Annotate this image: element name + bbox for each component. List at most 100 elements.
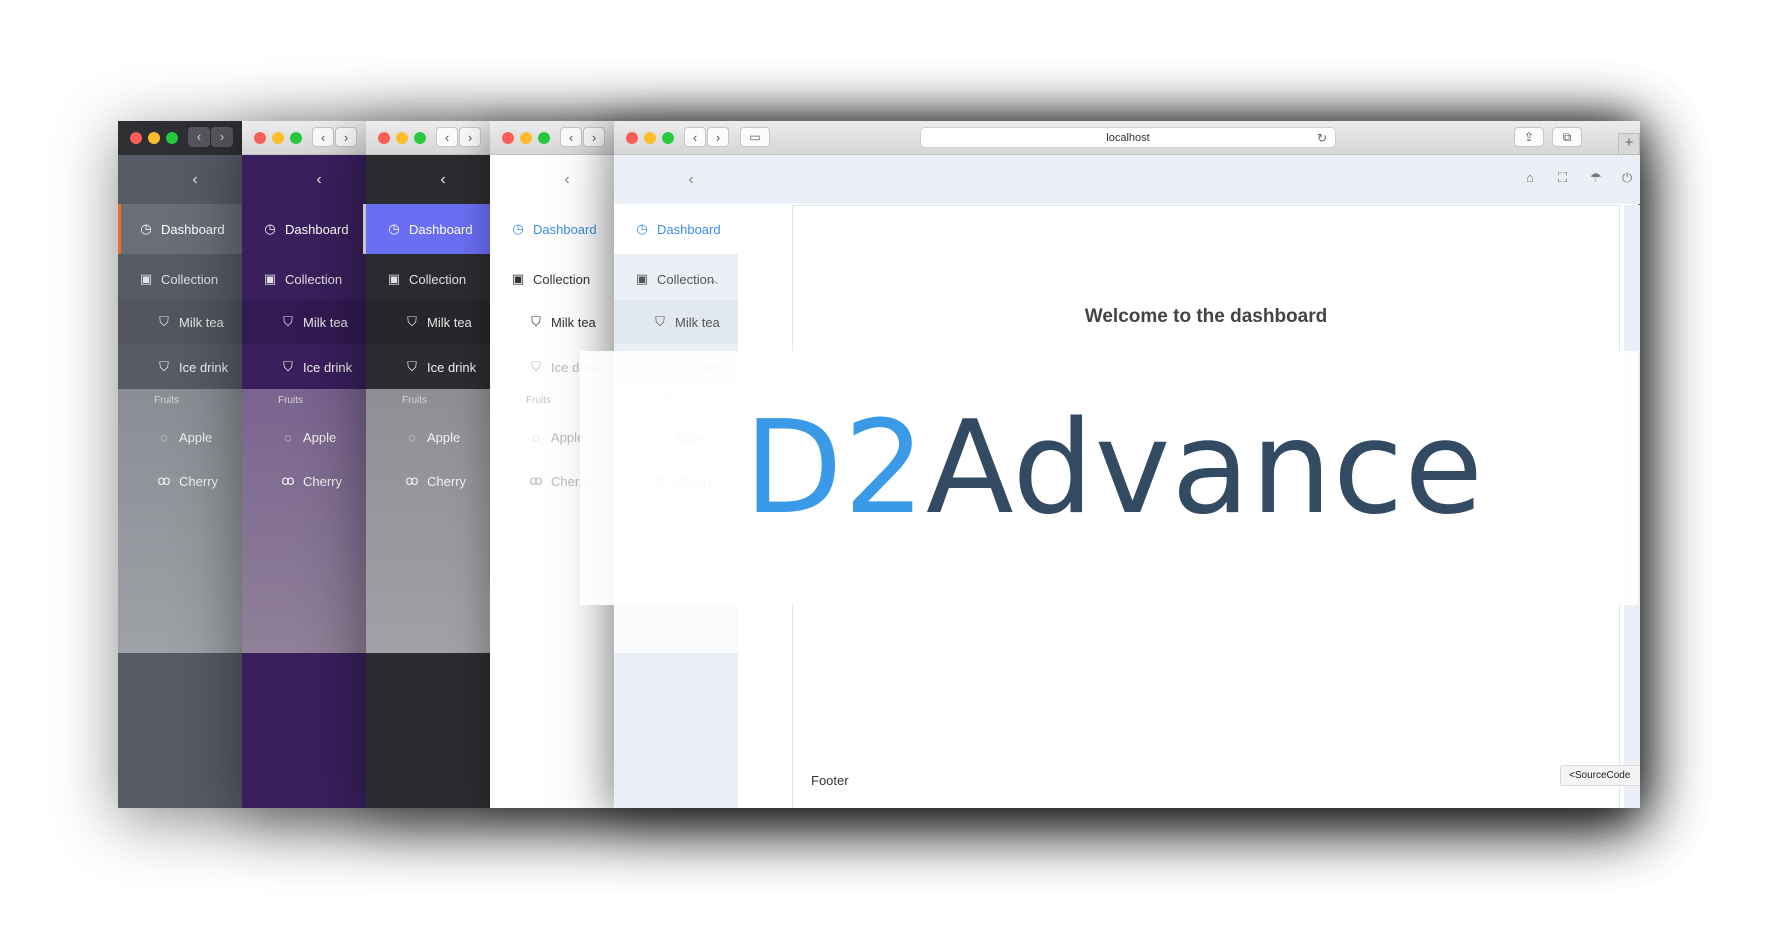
logo-d2: D2 (744, 394, 926, 543)
screenshot-stage: ‹ › ‹ ◷ Dashboard ▣ Collection ⛉ Milk tea ⛉… (0, 0, 1775, 938)
menu-label: Cherry (179, 473, 219, 489)
menu-label: Milk tea (179, 314, 224, 330)
menu-item-collection[interactable]: ▣ Collection (490, 254, 614, 304)
menu-item-dashboard[interactable]: ◷ Dashboard (366, 204, 490, 254)
maximize-window-button[interactable] (290, 132, 302, 144)
d2advance-logo: D2Advance (744, 405, 1484, 533)
menu-item-ice-drink[interactable]: ⛉ Ice drink (242, 345, 366, 389)
menu-label: Collection (161, 271, 219, 287)
browser-forward-button[interactable]: › (335, 127, 357, 147)
logout-icon[interactable]: ⏻ (1622, 170, 1632, 186)
apple-icon: ◌ (408, 429, 416, 445)
menu-item-milk-tea[interactable]: ⛉ Milk tea (614, 300, 738, 344)
collection-icon: ▣ (635, 271, 649, 286)
browser-back-button[interactable]: ‹ (684, 127, 706, 147)
menu-label: Dashboard (657, 221, 721, 237)
menu-item-dashboard[interactable]: ◷ Dashboard (490, 204, 614, 254)
browser-forward-button[interactable]: › (211, 127, 233, 147)
browser-forward-button[interactable]: › (707, 127, 729, 147)
browser-forward-button[interactable]: › (583, 127, 605, 147)
menu-label: Apple (179, 429, 213, 445)
menu-item-apple[interactable]: ◌ Apple (366, 415, 490, 459)
minimize-window-button[interactable] (396, 132, 408, 144)
tabs-overview-icon[interactable]: ⧉ (1552, 127, 1582, 147)
sidebar-menu: ‹ ◷ Dashboard ▣ Collection ⛉ Milk tea ⛉ Ice … (366, 155, 490, 808)
collapse-sidebar-icon[interactable]: ‹ (118, 155, 242, 204)
menu-group-fruits: Fruits (278, 395, 303, 406)
collapse-sidebar-icon[interactable]: ‹ (366, 155, 490, 204)
browser-forward-button[interactable]: › (459, 127, 481, 147)
menu-item-collection[interactable]: ▣ Collection (118, 254, 242, 304)
theme-icon[interactable]: ☂ (1590, 170, 1602, 186)
minimize-window-button[interactable] (520, 132, 532, 144)
close-window-button[interactable] (254, 132, 266, 144)
menu-item-dashboard[interactable]: ◷ Dashboard (242, 204, 366, 254)
collapse-sidebar-icon[interactable]: ‹ (490, 155, 614, 204)
collapse-sidebar-icon[interactable]: ‹ (614, 155, 738, 204)
sidebar-toggle-icon[interactable]: ▭ (740, 127, 770, 147)
cherry-icon: ꝏ (157, 473, 171, 488)
menu-label: Milk tea (551, 314, 596, 330)
apple-icon: ◌ (160, 429, 168, 445)
maximize-window-button[interactable] (166, 132, 178, 144)
menu-item-cherry[interactable]: ꝏ Cherry (118, 459, 242, 503)
address-bar[interactable]: localhost ↻ (920, 127, 1336, 148)
menu-label: Milk tea (303, 314, 348, 330)
menu-item-apple[interactable]: ◌ Apple (242, 415, 366, 459)
menu-label: Milk tea (675, 314, 720, 330)
title-bar: ‹ › ▭ localhost ↻ ⇪ ⧉ + (614, 121, 1640, 155)
new-tab-icon[interactable]: + (1618, 133, 1640, 155)
menu-item-ice-drink[interactable]: ⛉ Ice drink (118, 345, 242, 389)
menu-label: Ice drink (303, 359, 353, 375)
close-window-button[interactable] (378, 132, 390, 144)
browser-back-button[interactable]: ‹ (312, 127, 334, 147)
menu-item-collection[interactable]: ▣ Collection ︿ (614, 254, 738, 304)
page-title: Welcome to the dashboard (1084, 306, 1328, 327)
minimize-window-button[interactable] (644, 132, 656, 144)
close-window-button[interactable] (130, 132, 142, 144)
reload-icon[interactable]: ↻ (1317, 128, 1327, 148)
menu-label: Collection (657, 271, 715, 287)
menu-item-milk-tea[interactable]: ⛉ Milk tea (490, 300, 614, 344)
share-icon[interactable]: ⇪ (1514, 127, 1544, 147)
browser-back-button[interactable]: ‹ (188, 127, 210, 147)
ice-drink-icon: ⛉ (407, 359, 417, 374)
menu-item-cherry[interactable]: ꝏ Cherry (366, 459, 490, 503)
dashboard-icon: ◷ (140, 221, 152, 236)
menu-item-collection[interactable]: ▣ Collection (242, 254, 366, 304)
menu-item-milk-tea[interactable]: ⛉ Milk tea (366, 300, 490, 344)
menu-item-milk-tea[interactable]: ⛉ Milk tea (242, 300, 366, 344)
menu-group-fruits: Fruits (402, 395, 427, 406)
menu-item-dashboard[interactable]: ◷ Dashboard (118, 204, 242, 254)
menu-item-dashboard[interactable]: ◷ Dashboard (614, 204, 738, 254)
minimize-window-button[interactable] (272, 132, 284, 144)
source-code-button[interactable]: <SourceCode (1560, 765, 1640, 786)
menu-item-cherry[interactable]: ꝏ Cherry (242, 459, 366, 503)
chevron-up-icon: ︿ (707, 274, 718, 286)
home-icon[interactable]: ⌂ (1526, 170, 1534, 185)
milk-tea-icon: ⛉ (407, 314, 417, 329)
collection-icon: ▣ (139, 271, 153, 286)
menu-item-milk-tea[interactable]: ⛉ Milk tea (118, 300, 242, 344)
menu-item-apple[interactable]: ◌ Apple (118, 415, 242, 459)
maximize-window-button[interactable] (662, 132, 674, 144)
menu-item-collection[interactable]: ▣ Collection (366, 254, 490, 304)
collapse-sidebar-icon[interactable]: ‹ (242, 155, 366, 204)
dashboard-icon: ◷ (636, 221, 648, 236)
browser-back-button[interactable]: ‹ (560, 127, 582, 147)
close-window-button[interactable] (502, 132, 514, 144)
dashboard-icon: ◷ (512, 221, 524, 236)
ice-drink-icon: ⛉ (531, 359, 541, 374)
menu-item-ice-drink[interactable]: ⛉ Ice drink (366, 345, 490, 389)
maximize-window-button[interactable] (414, 132, 426, 144)
menu-label: Collection (533, 271, 591, 287)
ice-drink-icon: ⛉ (283, 359, 293, 374)
maximize-window-button[interactable] (538, 132, 550, 144)
collection-icon: ▣ (263, 271, 277, 286)
browser-back-button[interactable]: ‹ (436, 127, 458, 147)
menu-group-fruits: Fruits (154, 395, 179, 406)
fullscreen-icon[interactable]: ⛶ (1558, 170, 1567, 186)
minimize-window-button[interactable] (148, 132, 160, 144)
close-window-button[interactable] (626, 132, 638, 144)
menu-label: Apple (427, 429, 461, 445)
